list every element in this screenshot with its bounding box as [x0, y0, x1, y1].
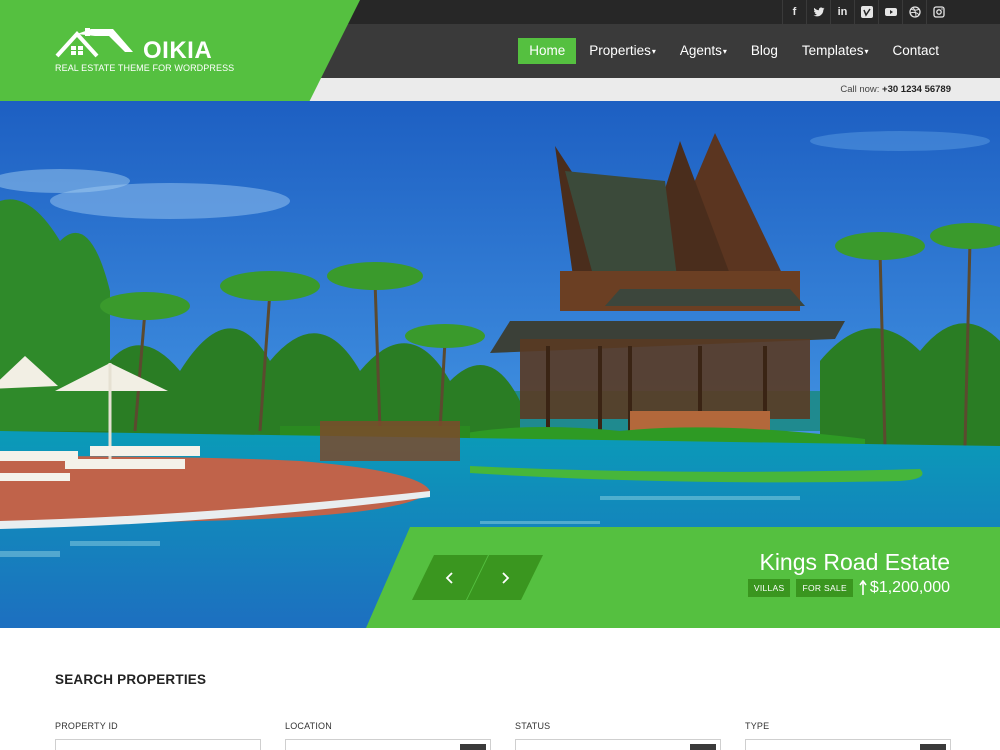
location-label: LOCATION — [285, 721, 332, 731]
type-field: TYPE — [745, 721, 951, 750]
property-price: $1,200,000 — [859, 579, 950, 597]
nav-blog-label: Blog — [750, 43, 778, 58]
status-label: STATUS — [515, 721, 551, 731]
status-dropdown-button[interactable] — [690, 744, 716, 750]
youtube-icon[interactable] — [878, 0, 902, 24]
type-dropdown-button[interactable] — [920, 744, 946, 750]
facebook-icon[interactable]: f — [782, 0, 806, 24]
property-id-label: PROPERTY ID — [55, 721, 118, 731]
location-field: LOCATION — [285, 721, 491, 750]
hero-slider: Kings Road Estate VILLAS FOR SALE $1,200… — [0, 101, 1000, 628]
nav-home-label: Home — [529, 43, 566, 58]
status-select-box[interactable] — [515, 739, 721, 750]
chevron-right-icon — [502, 571, 510, 584]
chevron-down-icon: ▾ — [651, 47, 656, 56]
social-links: f in — [782, 0, 950, 24]
phone-number[interactable]: +30 1234 56789 — [882, 84, 951, 95]
vimeo-icon[interactable] — [854, 0, 878, 24]
nav-templates[interactable]: Templates▾ — [791, 38, 880, 64]
site-logo[interactable]: OIKIA REAL ESTATE THEME FOR WORDPRESS — [55, 28, 234, 78]
status-field: STATUS — [515, 721, 721, 750]
arrow-up-icon — [859, 580, 867, 595]
twitter-icon[interactable] — [806, 0, 830, 24]
house-logo-icon — [55, 28, 133, 58]
property-status-badge[interactable]: FOR SALE — [796, 579, 853, 597]
nav-agents[interactable]: Agents▾ — [669, 38, 738, 64]
main-nav: Home Properties▾ Agents▾ Blog Templates▾… — [516, 38, 950, 64]
property-id-input[interactable] — [56, 740, 260, 750]
type-select-box[interactable] — [745, 739, 951, 750]
location-select-box[interactable] — [285, 739, 491, 750]
location-dropdown-button[interactable] — [460, 744, 486, 750]
brand-name: OIKIA — [143, 37, 213, 64]
chevron-down-icon: ▾ — [864, 47, 869, 56]
chevron-down-icon: ▾ — [722, 47, 727, 56]
nav-properties[interactable]: Properties▾ — [578, 38, 667, 64]
nav-agents-label: Agents — [679, 43, 722, 58]
nav-templates-label: Templates — [801, 43, 864, 58]
property-price-value: $1,200,000 — [869, 579, 950, 596]
property-id-field: PROPERTY ID — [55, 721, 261, 750]
nav-blog[interactable]: Blog — [740, 38, 789, 64]
nav-contact[interactable]: Contact — [881, 38, 950, 64]
site-header: OIKIA REAL ESTATE THEME FOR WORDPRESS f … — [0, 0, 1000, 101]
property-type-badge[interactable]: VILLAS — [747, 579, 791, 597]
property-meta: VILLAS FOR SALE $1,200,000 — [747, 579, 950, 597]
call-now-label: Call now: — [840, 84, 880, 95]
brand-tagline: REAL ESTATE THEME FOR WORDPRESS — [55, 63, 235, 73]
dribbble-icon[interactable] — [902, 0, 926, 24]
property-title[interactable]: Kings Road Estate — [759, 549, 950, 576]
property-id-input-box — [55, 739, 261, 750]
search-section-title: SEARCH PROPERTIES — [55, 672, 207, 687]
chevron-left-icon — [445, 571, 453, 584]
nav-home[interactable]: Home — [518, 38, 577, 64]
instagram-icon[interactable] — [926, 0, 950, 24]
nav-properties-label: Properties — [589, 43, 651, 58]
type-label: TYPE — [745, 721, 770, 731]
call-now-info: Call now: +30 1234 56789 — [840, 84, 951, 95]
nav-contact-label: Contact — [892, 43, 939, 58]
linkedin-icon[interactable]: in — [830, 0, 854, 24]
